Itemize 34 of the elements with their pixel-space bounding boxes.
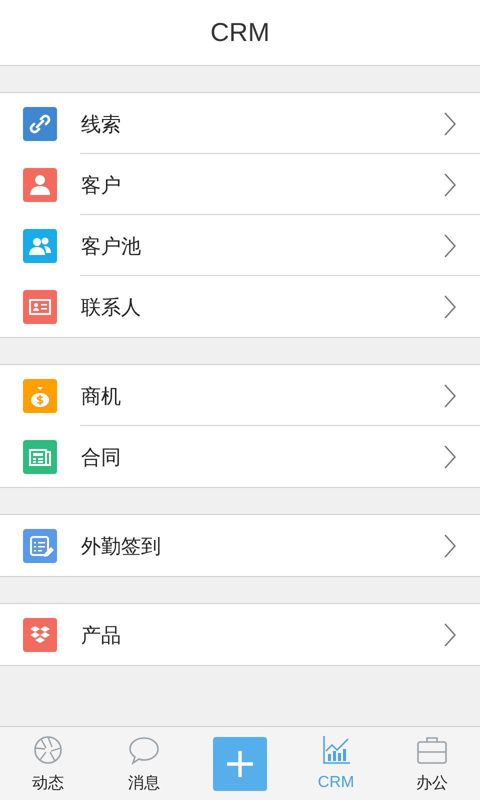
shutter-icon: [33, 734, 63, 764]
item-label: 外勤签到: [81, 532, 162, 560]
item-label: 合同: [81, 444, 122, 470]
tab-item[interactable]: 动态: [32, 732, 64, 794]
menu-item[interactable]: 外勤签到: [0, 515, 480, 576]
item-label: 线索: [81, 110, 122, 138]
item-label: 联系人: [81, 294, 142, 320]
plus-icon: [226, 750, 254, 778]
menu-item[interactable]: 产品: [0, 604, 480, 665]
add-button[interactable]: [213, 736, 267, 790]
item-label: 客户: [81, 172, 122, 198]
item-label: 客户池: [81, 232, 142, 260]
speech-bubble-icon: [129, 734, 159, 764]
item-label: 商机: [81, 382, 122, 410]
menu-item[interactable]: 联系人: [0, 276, 480, 337]
tab-item[interactable]: 办公: [416, 732, 448, 794]
briefcase-icon: [417, 734, 447, 764]
chevron-right-icon: [444, 622, 456, 646]
tab-item[interactable]: 消息: [128, 732, 160, 794]
chevron-right-icon: [444, 234, 456, 258]
chevron-right-icon: [444, 294, 456, 318]
bar-chart-icon: [321, 734, 351, 764]
menu-item[interactable]: 线索: [0, 93, 480, 154]
chevron-right-icon: [444, 444, 456, 468]
menu-item[interactable]: 商机: [0, 365, 480, 426]
chevron-right-icon: [444, 172, 456, 196]
menu-item[interactable]: 客户: [0, 154, 480, 215]
item-label: 产品: [81, 622, 122, 648]
chevron-right-icon: [444, 112, 456, 136]
chevron-right-icon: [444, 534, 456, 558]
menu-item[interactable]: 合同: [0, 426, 480, 487]
menu-item[interactable]: 客户池: [0, 215, 480, 276]
page-title: CRM: [210, 16, 270, 49]
chevron-right-icon: [444, 384, 456, 408]
